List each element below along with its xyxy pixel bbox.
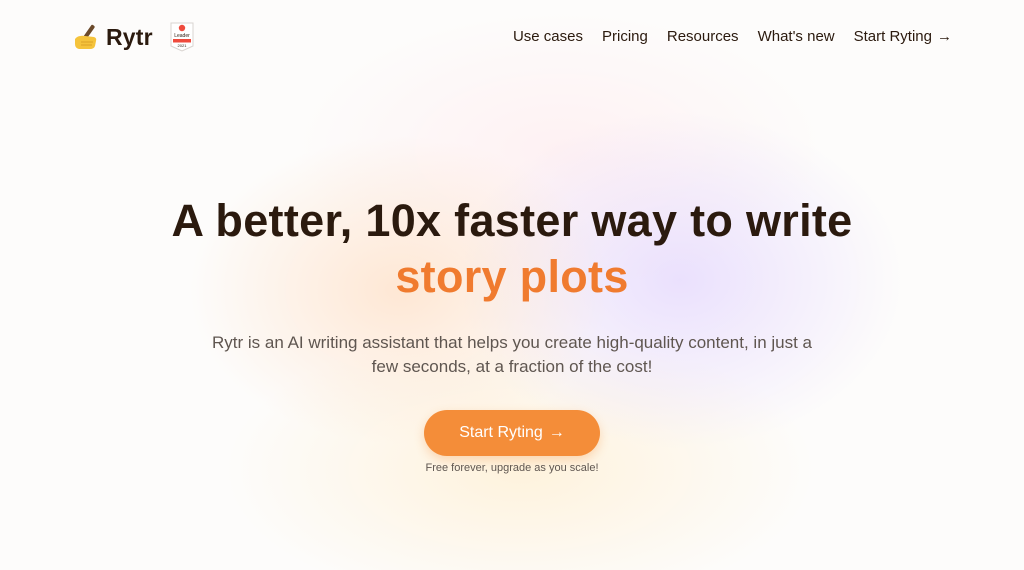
g2-leader-badge-icon: Leader 2021 [170, 22, 194, 52]
hero-subtitle: Rytr is an AI writing assistant that hel… [0, 331, 1024, 379]
nav-start-ryting-link[interactable]: Start Ryting → [854, 28, 952, 45]
nav-link-resources[interactable]: Resources [667, 28, 739, 45]
writing-hand-icon [75, 24, 97, 49]
arrow-right-icon: → [937, 28, 952, 45]
headline-text: A better, 10x faster way to write [171, 195, 853, 246]
cta-note: Free forever, upgrade as you scale! [425, 462, 599, 474]
main-nav: Use cases Pricing Resources What's new S… [513, 28, 952, 45]
arrow-right-icon: → [548, 424, 565, 441]
badge-text: Leader [174, 33, 190, 39]
top-navbar: Rytr Leader 2021 Use cases Pricing Resou… [0, 0, 1024, 78]
subtitle-text: Rytr is an AI writing assistant that hel… [211, 333, 813, 376]
hero-cta-wrap: Start Ryting → [0, 410, 1024, 456]
nav-cta-label: Start Ryting [853, 28, 932, 45]
hero-headline: A better, 10x faster way to write story … [0, 193, 1024, 305]
badge-year: 2021 [177, 43, 187, 48]
headline-accent: story plots [395, 251, 629, 302]
start-ryting-button[interactable]: Start Ryting → [424, 410, 600, 456]
brand-home-link[interactable]: Rytr Leader 2021 [72, 22, 195, 52]
nav-link-whats-new[interactable]: What's new [758, 28, 835, 45]
nav-link-use-cases[interactable]: Use cases [513, 28, 583, 45]
cta-label: Start Ryting [459, 424, 543, 441]
nav-link-pricing[interactable]: Pricing [602, 28, 648, 45]
brand-name: Rytr [106, 23, 153, 50]
